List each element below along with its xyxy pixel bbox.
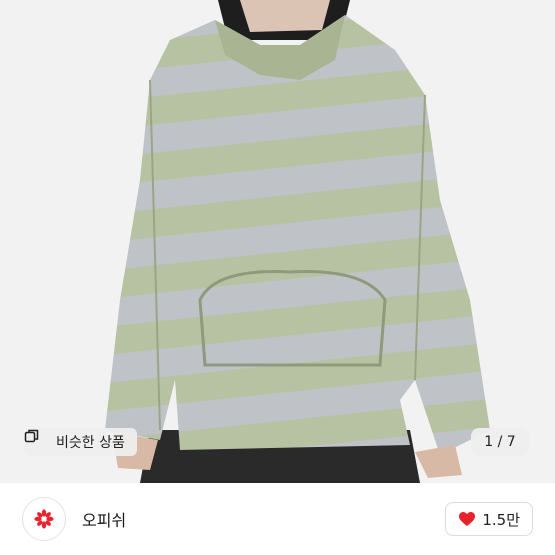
striped-hoodie-photo <box>0 0 555 483</box>
similar-items-label: 비슷한 상품 <box>56 435 125 451</box>
flower-logo-icon <box>34 509 54 529</box>
similar-items-icon <box>24 429 50 450</box>
shop-name[interactable]: 오피쉬 <box>82 507 126 531</box>
like-count: 1.5만 <box>482 510 520 529</box>
product-image[interactable]: 비슷한 상품 1 / 7 <box>0 0 555 483</box>
shop-bar: 오피쉬 1.5만 <box>0 483 555 555</box>
image-page-indicator: 1 / 7 <box>471 428 529 456</box>
heart-icon <box>459 512 476 526</box>
page-indicator-text: 1 / 7 <box>484 434 516 450</box>
shop-avatar[interactable] <box>22 497 66 541</box>
similar-items-button[interactable]: 비슷한 상품 <box>24 428 137 456</box>
like-button[interactable]: 1.5만 <box>445 502 533 536</box>
